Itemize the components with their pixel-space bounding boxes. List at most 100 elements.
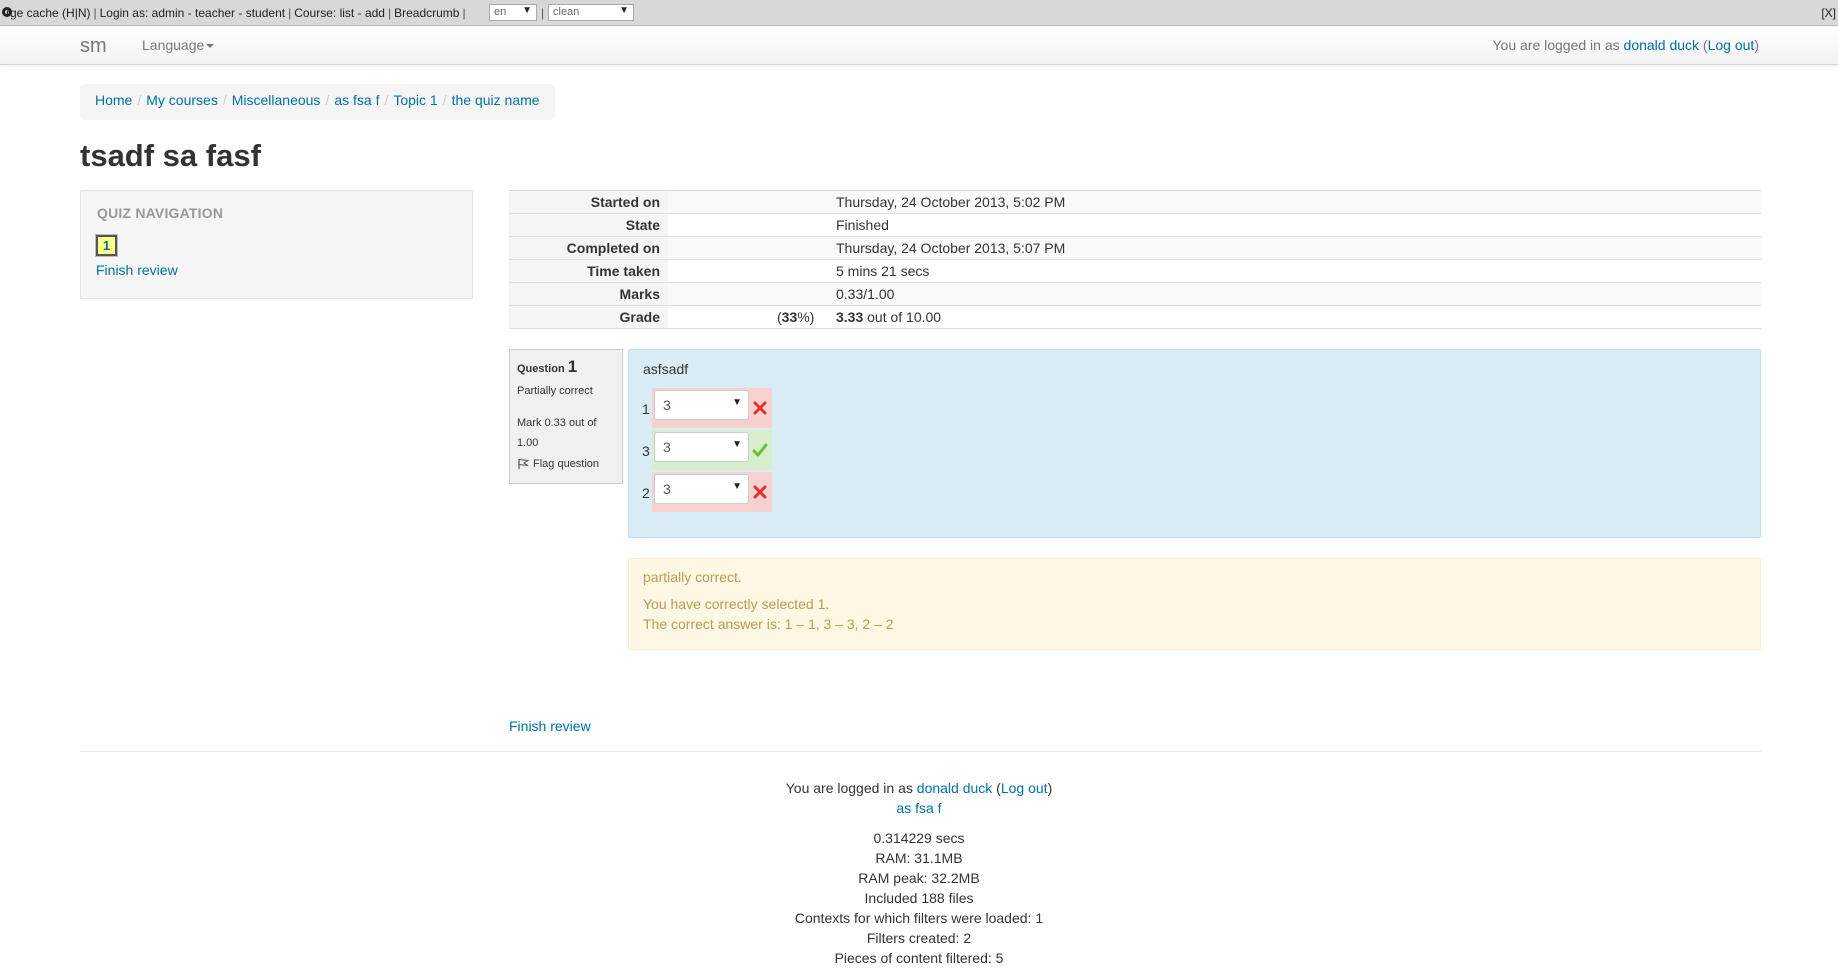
grade-out-of: out of 10.00 xyxy=(867,309,942,325)
purge-cache-link[interactable]: rge cache (H|N) xyxy=(6,6,90,20)
breadcrumb-home[interactable]: Home xyxy=(95,92,132,108)
summary-label: Completed on xyxy=(509,236,668,260)
chevron-down-icon: ▼ xyxy=(732,439,742,450)
logout-link[interactable]: Log out xyxy=(1708,37,1755,53)
summary-value-text: Thursday, 24 October 2013, 5:07 PM xyxy=(836,240,1066,256)
language-select[interactable]: en ▼ xyxy=(489,4,537,21)
answer-row: 2 3 ▼ xyxy=(642,472,772,512)
breadcrumb-topic[interactable]: Topic 1 xyxy=(393,92,437,108)
table-row: Started on Thursday, 24 October 2013, 5:… xyxy=(509,190,1761,214)
footer-logout-link[interactable]: Log out xyxy=(1001,780,1048,796)
perf-line: Pieces of content filtered: 5 xyxy=(834,950,1004,966)
answer-select[interactable]: 3 ▼ xyxy=(654,474,749,504)
login-info: You are logged in as donald duck (Log ou… xyxy=(1492,37,1759,53)
course-list-link[interactable]: list xyxy=(340,6,355,20)
footer-user-profile-link[interactable]: donald duck xyxy=(917,780,993,796)
breadcrumb-quiz[interactable]: the quiz name xyxy=(452,92,540,108)
chevron-down-icon: ▼ xyxy=(619,5,629,16)
grade-score: 3.33 xyxy=(836,309,864,325)
flag-question-button[interactable]: Flag question xyxy=(517,458,599,470)
chevron-down-icon: ▼ xyxy=(522,5,532,16)
question-formulation: asfsadf 1 3 ▼ 3 3 ▼ 2 3 ▼ xyxy=(628,349,1761,538)
answer-select[interactable]: 3 ▼ xyxy=(654,432,749,462)
dev-toolbar: rge cache (H|N) | Login as: admin - teache… xyxy=(0,0,1838,26)
login-as-label: Login as: xyxy=(99,6,149,20)
theme-select-value: clean xyxy=(553,6,580,18)
login-as-admin-link[interactable]: admin xyxy=(152,6,185,20)
page-title: tsadf sa fasf xyxy=(80,138,261,173)
login-as-student-link[interactable]: student xyxy=(246,6,285,20)
page-footer: You are logged in as donald duck (Log ou… xyxy=(0,778,1838,968)
question-number: Question 1 xyxy=(517,357,577,377)
flag-icon xyxy=(518,459,530,470)
site-brand-link[interactable]: sm xyxy=(80,35,107,58)
login-as-teacher-link[interactable]: teacher xyxy=(195,6,235,20)
question-state: Partially correct xyxy=(517,385,593,397)
question-label: Question xyxy=(517,363,565,375)
summary-value: Finished xyxy=(668,213,1761,237)
summary-label: Grade xyxy=(509,305,668,329)
answer-select-value: 3 xyxy=(663,439,671,455)
finish-review-link[interactable]: Finish review xyxy=(509,718,591,734)
review-summary-table: Started on Thursday, 24 October 2013, 5:… xyxy=(509,190,1761,329)
answer-select-value: 3 xyxy=(663,397,671,413)
table-row: State Finished xyxy=(509,213,1761,237)
summary-label: State xyxy=(509,213,668,237)
correct-check-icon xyxy=(752,443,768,457)
answer-select[interactable]: 3 ▼ xyxy=(654,390,749,420)
course-add-link[interactable]: add xyxy=(365,6,385,20)
quiz-navigation-title: QUIZ NAVIGATION xyxy=(97,205,224,221)
grade-percent: 33 xyxy=(781,309,798,325)
breadcrumb-toggle-link[interactable]: Breadcrumb xyxy=(394,6,459,20)
right-answer: The correct answer is: 1 – 1, 3 – 3, 2 –… xyxy=(643,616,894,632)
breadcrumb-course[interactable]: as fsa f xyxy=(334,92,379,108)
login-info-text: You are logged in as xyxy=(1492,37,1620,53)
language-menu[interactable]: Language xyxy=(142,37,215,53)
summary-value: Thursday, 24 October 2013, 5:02 PM xyxy=(668,190,1761,214)
theme-select[interactable]: clean ▼ xyxy=(548,4,634,21)
breadcrumb-my-courses[interactable]: My courses xyxy=(146,92,218,108)
summary-value-text: Thursday, 24 October 2013, 5:02 PM xyxy=(836,194,1066,210)
specific-feedback: partially correct. xyxy=(643,569,742,585)
table-row: Grade 3.33 out of 10.00 (33%) xyxy=(509,305,1761,329)
finish-review-link[interactable]: Finish review xyxy=(96,262,178,278)
summary-value-text: 5 mins 21 secs xyxy=(836,263,930,279)
language-menu-label: Language xyxy=(142,37,205,53)
breadcrumb-category[interactable]: Miscellaneous xyxy=(232,92,321,108)
answer-row: 3 3 ▼ xyxy=(642,430,772,470)
dev-separator: | xyxy=(541,6,545,20)
quiz-navigation-block: QUIZ NAVIGATION 1 Finish review xyxy=(80,190,473,299)
question-number-value: 1 xyxy=(567,357,578,376)
summary-value-text: 0.33/1.00 xyxy=(836,286,895,302)
chevron-down-icon: ▼ xyxy=(732,397,742,408)
perf-line: Filters created: 2 xyxy=(866,930,972,946)
answer-stem: 2 xyxy=(642,485,650,501)
footer-course-link[interactable]: as fsa f xyxy=(896,800,941,816)
perf-line: Included 188 files xyxy=(864,890,974,906)
answer-stem: 1 xyxy=(642,401,650,417)
course-label: Course: xyxy=(294,6,337,20)
answer-stem: 3 xyxy=(642,443,650,459)
table-row: Marks 0.33/1.00 xyxy=(509,282,1761,306)
top-navbar: sm Language You are logged in as donald … xyxy=(0,27,1838,65)
num-parts-correct: You have correctly selected 1. xyxy=(643,596,830,612)
breadcrumb-separator: / xyxy=(384,92,389,108)
question-nav-button[interactable]: 1 xyxy=(95,234,118,257)
flag-question-label: Flag question xyxy=(533,458,600,470)
footer-login-text: You are logged in as xyxy=(785,780,913,796)
table-row: Time taken 5 mins 21 secs xyxy=(509,259,1761,283)
dev-toolbar-close-button[interactable]: [X] xyxy=(1821,6,1836,20)
summary-value: 0.33/1.00 xyxy=(668,282,1761,306)
summary-label: Marks xyxy=(509,282,668,306)
breadcrumb-separator: / xyxy=(325,92,330,108)
summary-value: 5 mins 21 secs xyxy=(668,259,1761,283)
breadcrumb-separator: / xyxy=(137,92,142,108)
summary-value: 3.33 out of 10.00 (33%) xyxy=(668,305,1761,329)
perf-line: RAM: 31.1MB xyxy=(875,850,963,866)
breadcrumb-separator: / xyxy=(222,92,227,108)
summary-value-text: Finished xyxy=(836,217,889,233)
summary-value: Thursday, 24 October 2013, 5:07 PM xyxy=(668,236,1761,260)
chevron-down-icon: ▼ xyxy=(732,481,742,492)
question-grade: Mark 0.33 out of 1.00 xyxy=(517,417,597,449)
user-profile-link[interactable]: donald duck xyxy=(1624,37,1700,53)
